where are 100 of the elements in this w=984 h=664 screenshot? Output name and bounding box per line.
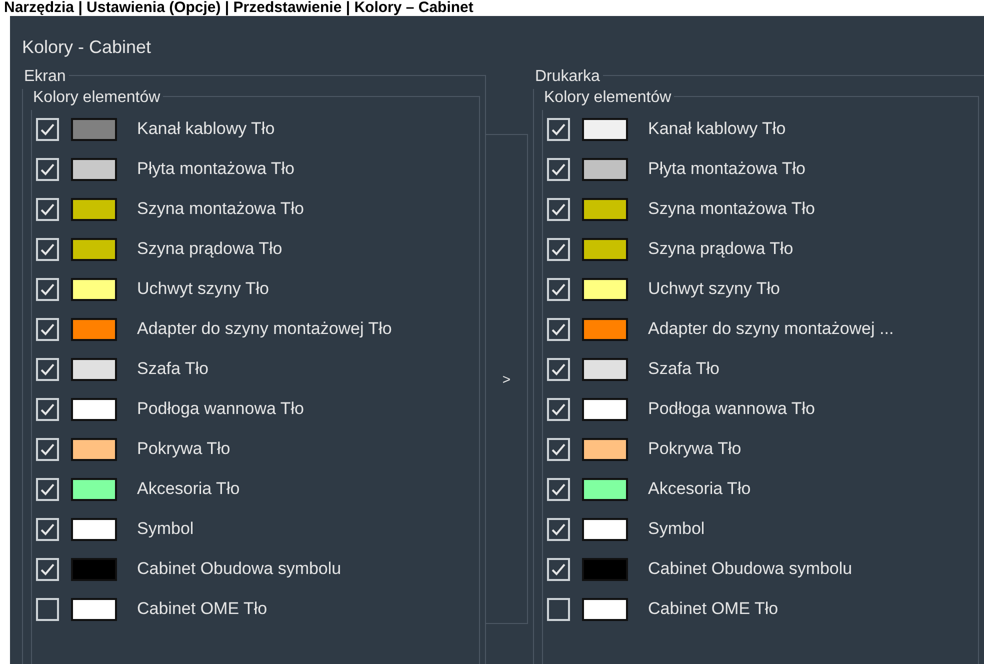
item-label: Kanał kablowy Tło <box>137 118 275 140</box>
checkbox[interactable] <box>36 558 59 580</box>
checkmark-icon <box>551 282 566 296</box>
checkbox[interactable] <box>36 318 59 340</box>
checkbox[interactable] <box>36 518 59 540</box>
checkmark-icon <box>40 442 55 456</box>
item-label: Płyta montażowa Tło <box>137 158 294 180</box>
checkbox[interactable] <box>547 318 570 340</box>
checkmark-icon <box>551 162 566 176</box>
color-swatch[interactable] <box>71 438 117 460</box>
checkmark-icon <box>551 482 566 496</box>
item-label: Symbol <box>137 518 194 540</box>
item-label: Podłoga wannowa Tło <box>137 398 304 420</box>
checkbox[interactable] <box>547 518 570 540</box>
checkbox[interactable] <box>547 278 570 300</box>
color-swatch[interactable] <box>71 558 117 580</box>
color-swatch[interactable] <box>71 238 117 260</box>
color-swatch[interactable] <box>71 318 117 340</box>
color-swatch[interactable] <box>582 518 628 540</box>
color-swatch[interactable] <box>582 278 628 300</box>
item-label: Cabinet Obudowa symbolu <box>648 558 852 580</box>
checkmark-icon <box>40 562 55 576</box>
checkmark-icon <box>40 322 55 336</box>
color-swatch[interactable] <box>582 438 628 460</box>
item-label: Akcesoria Tło <box>648 478 751 500</box>
item-label: Szyna montażowa Tło <box>648 198 815 220</box>
item-label: Szyna prądowa Tło <box>648 238 794 260</box>
item-label: Cabinet Obudowa symbolu <box>137 558 342 580</box>
checkbox[interactable] <box>547 558 570 580</box>
checkmark-icon <box>40 162 55 176</box>
checkbox[interactable] <box>547 478 570 500</box>
checkmark-icon <box>551 122 566 136</box>
checkmark-icon <box>40 242 55 256</box>
checkmark-icon <box>40 482 55 496</box>
checkbox[interactable] <box>36 238 59 260</box>
checkbox[interactable] <box>36 278 59 300</box>
color-swatch[interactable] <box>71 518 117 540</box>
breadcrumb-title: Narzędzia | Ustawienia (Opcje) | Przedstawienie | Kolory – Cabinet <box>3 0 474 16</box>
checkmark-icon <box>40 202 55 216</box>
color-swatch[interactable] <box>71 118 117 140</box>
color-swatch[interactable] <box>582 558 628 580</box>
checkbox[interactable] <box>547 398 570 420</box>
checkmark-icon <box>40 522 55 536</box>
item-label: Podłoga wannowa Tło <box>648 398 815 420</box>
dialog-title: Kolory - Cabinet <box>22 36 152 59</box>
color-swatch[interactable] <box>582 118 628 140</box>
item-label: Uchwyt szyny Tło <box>137 278 269 300</box>
color-swatch[interactable] <box>71 478 117 500</box>
color-swatch[interactable] <box>582 238 628 260</box>
checkbox[interactable] <box>547 238 570 260</box>
checkbox[interactable] <box>36 398 59 420</box>
checkbox[interactable] <box>36 358 59 380</box>
checkbox[interactable] <box>36 438 59 460</box>
checkmark-icon <box>551 562 566 576</box>
color-swatch[interactable] <box>71 198 117 220</box>
item-label: Szafa Tło <box>648 358 720 380</box>
color-swatch[interactable] <box>71 358 117 380</box>
color-swatch[interactable] <box>582 158 628 180</box>
checkbox[interactable] <box>547 358 570 380</box>
color-swatch[interactable] <box>582 318 628 340</box>
item-label: Akcesoria Tło <box>137 478 240 500</box>
checkmark-icon <box>551 402 566 416</box>
item-label: Uchwyt szyny Tło <box>648 278 780 300</box>
item-label: Szyna prądowa Tło <box>137 238 282 260</box>
item-label: Pokrywa Tło <box>137 438 230 460</box>
checkmark-icon <box>551 522 566 536</box>
checkmark-icon <box>40 282 55 296</box>
checkbox[interactable] <box>547 158 570 180</box>
checkbox[interactable] <box>36 118 59 140</box>
checkmark-icon <box>551 442 566 456</box>
item-label: Płyta montażowa Tło <box>648 158 806 180</box>
item-label: Adapter do szyny montażowej Tło <box>137 318 392 340</box>
item-label: Szafa Tło <box>137 358 209 380</box>
color-swatch[interactable] <box>71 158 117 180</box>
color-swatch[interactable] <box>582 358 628 380</box>
color-swatch[interactable] <box>582 198 628 220</box>
checkmark-icon <box>40 122 55 136</box>
transfer-button[interactable]: > <box>496 366 517 392</box>
item-label: Pokrywa Tło <box>648 438 742 460</box>
checkmark-icon <box>551 242 566 256</box>
color-swatch[interactable] <box>71 278 117 300</box>
color-swatch[interactable] <box>582 398 628 420</box>
checkbox[interactable] <box>547 438 570 460</box>
item-label: Szyna montażowa Tło <box>137 198 304 220</box>
item-label: Adapter do szyny montażowej ... <box>648 318 894 340</box>
checkmark-icon <box>551 362 566 376</box>
color-swatch[interactable] <box>582 478 628 500</box>
color-swatch[interactable] <box>71 398 117 420</box>
checkbox[interactable] <box>547 598 570 620</box>
color-swatch[interactable] <box>582 598 628 620</box>
checkbox[interactable] <box>36 598 59 620</box>
checkmark-icon <box>40 362 55 376</box>
item-label: Cabinet OME Tło <box>648 598 778 620</box>
checkbox[interactable] <box>36 158 59 180</box>
checkmark-icon <box>40 402 55 416</box>
color-swatch[interactable] <box>71 598 117 620</box>
checkbox[interactable] <box>36 478 59 500</box>
checkbox[interactable] <box>547 118 570 140</box>
checkbox[interactable] <box>36 198 59 220</box>
checkbox[interactable] <box>547 198 570 220</box>
